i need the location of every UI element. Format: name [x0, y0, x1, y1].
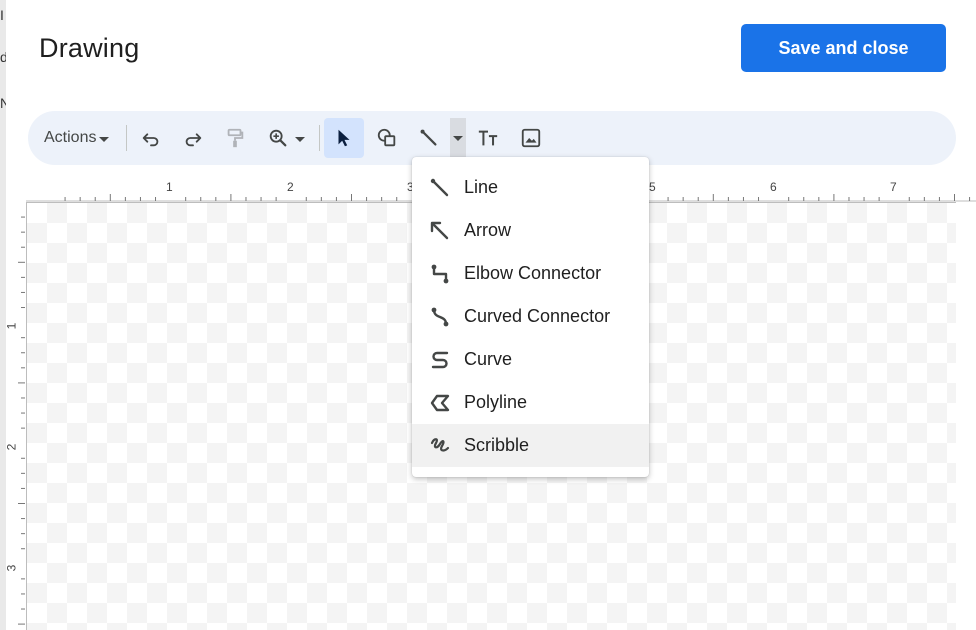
menu-item-curve[interactable]: Curve — [412, 338, 649, 381]
curve-icon — [431, 351, 449, 369]
elbow-connector-icon — [431, 264, 449, 284]
ruler-label: 5 — [649, 180, 656, 194]
menu-item-arrow[interactable]: Arrow — [412, 209, 649, 252]
select-tool-button[interactable] — [324, 118, 364, 158]
menu-item-label: Arrow — [464, 220, 512, 240]
menu-item-label: Scribble — [464, 435, 530, 455]
ruler-label: 2 — [287, 180, 294, 194]
menu-item-label: Curve — [464, 349, 513, 369]
zoom-icon — [269, 129, 287, 147]
arrow-icon — [430, 221, 449, 240]
image-button[interactable] — [514, 121, 548, 155]
ruler-label: 7 — [890, 180, 897, 194]
shape-icon — [377, 128, 396, 147]
ruler-label: 2 — [4, 443, 19, 451]
ruler-label: 1 — [166, 180, 173, 194]
chevron-down-icon — [453, 135, 463, 141]
undo-icon — [142, 133, 159, 147]
image-icon — [521, 128, 541, 148]
undo-button[interactable] — [134, 121, 168, 155]
actions-label: Actions — [44, 129, 97, 146]
dialog-title: Drawing — [39, 33, 140, 63]
line-icon — [420, 129, 437, 146]
ruler-label: 6 — [770, 180, 777, 194]
line-type-dropdown[interactable] — [450, 118, 466, 158]
menu-item-label: Elbow Connector — [464, 263, 602, 283]
ruler-label: 1 — [4, 322, 19, 330]
save-and-close-button[interactable]: Save and close — [741, 24, 946, 72]
menu-item-polyline[interactable]: Polyline — [412, 381, 649, 424]
redo-button[interactable] — [176, 121, 210, 155]
polyline-icon — [430, 394, 450, 412]
line-tool-button[interactable] — [412, 121, 446, 155]
text-box-button[interactable] — [471, 121, 505, 155]
zoom-button[interactable] — [260, 121, 312, 155]
menu-item-scribble[interactable]: Scribble — [412, 424, 649, 467]
menu-item-label: Polyline — [464, 392, 528, 412]
chevron-down-icon — [295, 136, 305, 142]
curved-connector-icon — [431, 307, 449, 327]
menu-item-elbow-connector[interactable]: Elbow Connector — [412, 252, 649, 295]
paint-format-button[interactable] — [218, 121, 252, 155]
chevron-down-icon — [99, 136, 110, 142]
line-type-menu: Line Arrow Elbow Connector Curved Connec… — [412, 157, 649, 477]
menu-item-label: Line — [464, 177, 499, 197]
line-icon — [430, 178, 449, 197]
vertical-ruler: 1 2 3 — [4, 202, 26, 630]
menu-item-label: Curved Connector — [464, 306, 611, 326]
toolbar-divider — [126, 125, 127, 151]
actions-menu-button[interactable]: Actions — [44, 126, 110, 150]
background-text: I — [0, 7, 4, 23]
text-box-icon — [478, 130, 498, 146]
scribble-icon — [430, 438, 450, 452]
ruler-label: 3 — [4, 564, 19, 572]
menu-item-line[interactable]: Line — [412, 166, 649, 209]
toolbar-divider — [319, 125, 320, 151]
drawing-dialog: Drawing Save and close Actions 1 2 3 5 6… — [4, 0, 976, 630]
select-icon — [338, 129, 350, 147]
shape-tool-button[interactable] — [370, 121, 404, 155]
menu-item-curved-connector[interactable]: Curved Connector — [412, 295, 649, 338]
redo-icon — [185, 133, 202, 147]
paint-format-icon — [227, 128, 244, 148]
